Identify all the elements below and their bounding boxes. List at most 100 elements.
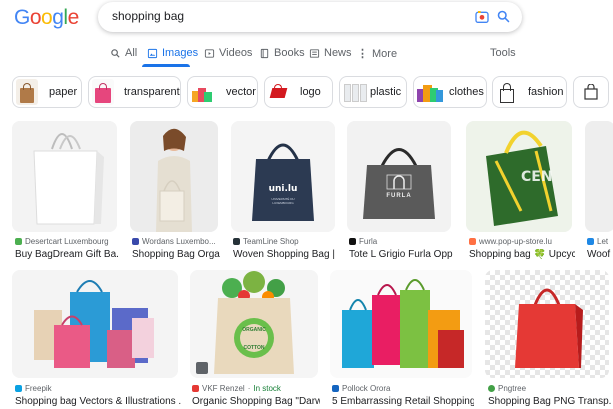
more-vert-icon: ⋮ [357, 48, 368, 60]
result-source: Desertcart Luxembourg [15, 237, 119, 246]
tab-label: Images [162, 47, 199, 59]
chip-logo[interactable]: logo [264, 76, 333, 108]
result-source: Furla [349, 237, 453, 246]
image-result[interactable]: Freepik Shopping bag Vectors & Illustrat… [12, 270, 181, 409]
source-name: TeamLine Shop [243, 237, 299, 246]
tab-news[interactable]: News [309, 47, 352, 59]
search-input[interactable]: shopping bag [112, 9, 184, 23]
tab-all[interactable]: All [110, 47, 137, 59]
chip-label: transparent [124, 86, 180, 98]
source-name: www.pop-up-store.lu [479, 237, 552, 246]
result-title[interactable]: 5 Embarrassing Retail Shopping ... [332, 396, 474, 407]
tab-label: News [324, 47, 352, 59]
site-favicon-icon [233, 238, 240, 245]
shopping-bag-icon [584, 84, 598, 100]
organic-label-bottom: COTTON [243, 345, 265, 351]
result-image[interactable] [330, 270, 472, 378]
image-result[interactable]: ORGANIC COTTON VKF Renzel · In stock Org… [190, 270, 320, 409]
result-title[interactable]: Shopping bag Vectors & Illustrations ... [15, 396, 181, 407]
site-favicon-icon [488, 385, 495, 392]
news-icon [309, 48, 320, 58]
furla-tote-image [347, 121, 451, 232]
chip-label: vector [226, 86, 256, 98]
colorful-paper-bags-image [12, 270, 178, 378]
result-title[interactable]: Shopping Bag PNG Transp... [488, 396, 612, 407]
result-source: Pngtree [488, 384, 612, 393]
result-image[interactable]: ORGANIC COTTON [190, 270, 318, 378]
result-title[interactable]: Shopping bag 🍀 Upcycli... [469, 249, 575, 260]
source-name: Pollock Orora [342, 384, 391, 393]
search-box[interactable]: shopping bag [98, 2, 522, 32]
result-title[interactable]: Shopping Bag Orga... [132, 249, 220, 260]
result-image[interactable] [12, 121, 117, 232]
image-icon [147, 48, 158, 58]
logo-letter: e [67, 6, 80, 29]
chip-thumbnail [417, 79, 443, 105]
result-title[interactable]: Organic Shopping Bag "Darwi... [192, 396, 320, 407]
tab-label: All [125, 47, 138, 59]
source-name: Let [597, 237, 609, 246]
logo-letter: G [14, 6, 30, 29]
tab-more[interactable]: ⋮ More [357, 47, 397, 61]
chip-paper[interactable]: paper [12, 76, 82, 108]
result-title[interactable]: Buy BagDream Gift Ba... [15, 249, 119, 260]
tab-label: Books [274, 47, 305, 59]
chip-thumbnail [268, 79, 290, 105]
site-favicon-icon [332, 385, 339, 392]
image-result[interactable]: Wordans Luxembo... Shopping Bag Orga... [130, 121, 220, 261]
woman-with-tote-image [130, 121, 218, 232]
chip-thumbnail [92, 79, 114, 105]
chip-more[interactable] [573, 76, 609, 108]
suggestion-chips: paper transparent vector logo plastic cl… [0, 76, 613, 108]
result-image[interactable] [485, 270, 609, 378]
chip-transparent[interactable]: transparent [88, 76, 181, 108]
result-image[interactable] [12, 270, 178, 378]
search-icon[interactable] [496, 9, 511, 24]
chip-label: fashion [528, 86, 564, 98]
chip-label: paper [49, 86, 78, 98]
result-source: Freepik [15, 384, 181, 393]
image-result[interactable]: uni.lu UNIVERSITÉ DU LUXEMBOURG TeamLine… [231, 121, 337, 261]
result-image[interactable] [130, 121, 218, 232]
chip-thumbnail [343, 79, 367, 105]
image-result[interactable]: Pngtree Shopping Bag PNG Transp... [485, 270, 613, 409]
google-logo[interactable]: Google [14, 6, 79, 30]
image-result[interactable]: Pollock Orora 5 Embarrassing Retail Shop… [330, 270, 474, 409]
source-name: Freepik [25, 384, 52, 393]
chip-vector[interactable]: vector [187, 76, 258, 108]
result-title[interactable]: Woven Shopping Bag | ... [233, 249, 337, 260]
chip-fashion[interactable]: fashion [492, 76, 567, 108]
source-name: Furla [359, 237, 378, 246]
image-result[interactable]: Desertcart Luxembourg Buy BagDream Gift … [12, 121, 120, 261]
tab-books[interactable]: Books [259, 47, 305, 59]
furla-brand-print: FURLA [386, 193, 412, 199]
chip-thumbnail [16, 79, 38, 105]
result-image[interactable]: CEN [466, 121, 572, 232]
site-favicon-icon [349, 238, 356, 245]
site-favicon-icon [469, 238, 476, 245]
tab-images[interactable]: Images [147, 47, 198, 59]
result-image[interactable] [585, 121, 613, 232]
image-result[interactable]: FURLA Furla Tote L Grigio Furla Opp... [347, 121, 453, 261]
chip-clothes[interactable]: clothes [413, 76, 487, 108]
video-icon [204, 48, 215, 58]
chip-plastic[interactable]: plastic [339, 76, 407, 108]
source-name: VKF Renzel [202, 384, 245, 393]
tab-videos[interactable]: Videos [204, 47, 252, 59]
result-image[interactable]: uni.lu UNIVERSITÉ DU LUXEMBOURG [231, 121, 335, 232]
result-image[interactable]: FURLA [347, 121, 451, 232]
chip-label: logo [300, 86, 321, 98]
active-tab-indicator [142, 64, 190, 67]
tools-button[interactable]: Tools [490, 47, 516, 59]
result-title[interactable]: Woof [587, 249, 613, 260]
chip-label: clothes [449, 86, 484, 98]
image-result[interactable]: Let Woof [585, 121, 613, 261]
logo-letter: o [41, 6, 53, 29]
tab-label: Videos [219, 47, 253, 59]
book-icon [260, 48, 269, 58]
result-title[interactable]: Tote L Grigio Furla Opp... [349, 249, 453, 260]
chip-label: plastic [370, 86, 402, 98]
camera-icon[interactable] [474, 9, 490, 25]
image-result[interactable]: CEN www.pop-up-store.lu Shopping bag 🍀 U… [466, 121, 575, 261]
tote-print-main: uni.lu [268, 184, 298, 194]
